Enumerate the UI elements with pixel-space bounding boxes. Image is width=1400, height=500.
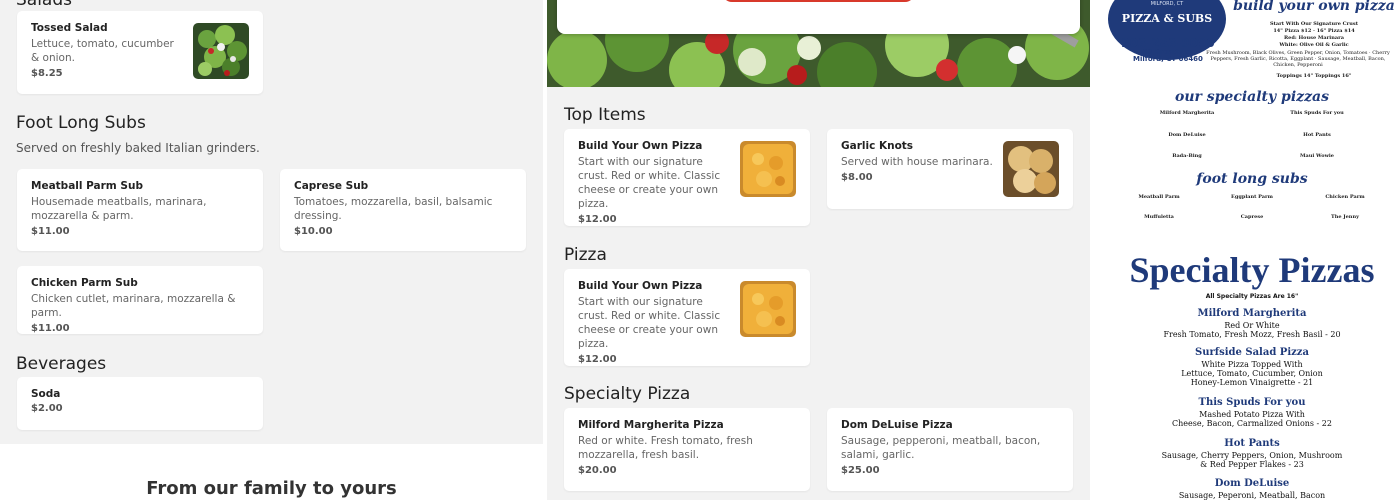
big-item-name-5: Dom DeLuise [1214,478,1290,489]
menu-page-left: Salads Tossed Salad Lettuce, tomato, cuc… [0,0,543,500]
specialty-pizzas-title: Specialty Pizzas [1129,250,1375,290]
item-description: Red or white. Fresh tomato, fresh mozzar… [578,435,753,461]
item-description: Start with our signature crust. Red or w… [578,156,721,210]
item-description: Chicken cutlet, marinara, mozzarella & p… [31,293,236,319]
item-name: Caprese Sub [294,180,369,192]
salad-banner-image [547,0,1090,87]
sub-name-3: Chicken Parm [1325,194,1365,200]
big-item-line: Fresh Tomato, Fresh Mozz, Fresh Basil - … [1163,330,1341,339]
big-item-line: White Pizza Topped With [1201,360,1303,369]
menu-card-build-your-own-pizza[interactable]: Build Your Own Pizza Start with our sign… [564,129,810,226]
logo-town: MILFORD, CT [1150,1,1184,7]
item-price: $25.00 [841,465,880,476]
toppings-list: Fresh Mushroom, Black Olives, Green Pepp… [1206,50,1390,68]
section-heading-salads: Salads [16,0,72,10]
big-item-line: Cheese, Bacon, Carmalized Onions - 22 [1172,419,1332,428]
garlic-knots-photo [1003,141,1059,197]
modal-dialog-edge [557,0,1080,34]
sub-name-2: Eggplant Parm [1231,194,1273,200]
sub-name-6: The Jenny [1330,214,1359,220]
specialty-name-5: Bada-Bing [1172,153,1202,159]
specialty-name-1: Milford Margherita [1159,110,1215,116]
printed-menu-page-1[interactable]: PIZZA & SUBS MILFORD, CT 203-283-9090 63… [1104,0,1400,246]
menu-card-garlic-knots[interactable]: Garlic Knots Served with house marinara.… [827,129,1073,209]
item-description: Lettuce, tomato, cucumber & onion. [31,38,174,64]
sub-name-1: Meatball Parm [1138,194,1180,200]
salad-photo [193,23,249,79]
sub-name-4: Muffuletta [1144,214,1174,220]
big-item-line: & Red Pepper Flakes - 23 [1200,460,1304,469]
item-name: Chicken Parm Sub [31,277,138,289]
big-item-name-4: Hot Pants [1224,438,1280,449]
big-item-name-3: This Spuds For you [1198,397,1306,408]
big-item-line: Sausage, Peperoni, Meatball, Bacon [1178,491,1326,500]
item-description: Sausage, pepperoni, meatball, bacon, sal… [841,435,1041,461]
section-heading-subs: Foot Long Subs [16,113,146,133]
big-item-line: Lettuce, Tomato, Cucumber, Onion [1181,369,1323,378]
big-item-line: Honey-Lemon Vinaigrette - 21 [1190,378,1314,387]
specialty-script-title: our specialty pizzas [1174,89,1329,105]
item-price: $11.00 [31,226,70,237]
item-price: $11.00 [31,323,70,334]
menu-card-soda[interactable]: Soda $2.00 [17,377,263,430]
byo-line-2: 14" Pizza $12 · 16" Pizza $14 [1273,28,1355,34]
primary-action-button[interactable] [722,0,915,2]
item-price: $12.00 [578,354,617,365]
big-item-line: Sausage, Cherry Peppers, Onion, Mushroom [1161,451,1343,460]
pizza-photo [740,141,796,197]
section-subtitle-subs: Served on freshly baked Italian grinders… [16,141,260,155]
item-price: $12.00 [578,214,617,225]
item-price: $20.00 [578,465,617,476]
item-description: Tomatoes, mozzarella, basil, balsamic dr… [294,196,493,222]
byo-line-3: Red: House Marinara [1284,35,1344,41]
item-name: Soda [31,388,61,400]
app-root: Salads Tossed Salad Lettuce, tomato, cuc… [0,0,1400,500]
byo-line-4: White: Olive Oil & Garlic [1279,42,1349,48]
menu-card-build-your-own-pizza[interactable]: Build Your Own Pizza Start with our sign… [564,269,810,366]
section-heading-specialty-pizza: Specialty Pizza [564,384,691,404]
specialty-pizzas-subtitle: All Specialty Pizzas Are 16" [1205,293,1299,300]
item-name: Dom DeLuise Pizza [841,419,953,431]
specialty-name-4: Hot Pants [1303,132,1331,138]
section-heading-pizza: Pizza [564,245,607,265]
big-item-name-2: Surfside Salad Pizza [1195,347,1309,358]
subs-script-title: foot long subs [1196,171,1308,187]
menu-card-dom-deluise-pizza[interactable]: Dom DeLuise Pizza Sausage, pepperoni, me… [827,408,1073,491]
toppings-prices: Toppings 14" Toppings 16" [1276,73,1352,79]
specialty-name-3: Dom DeLuise [1168,132,1206,138]
big-item-name-1: Milford Margherita [1197,308,1307,319]
byo-title: build your own pizza [1233,0,1395,14]
big-item-line: Mashed Potato Pizza With [1199,410,1305,419]
footer-tagline: From our family to yours [146,478,397,499]
menu-card-milford-margherita-pizza[interactable]: Milford Margherita Pizza Red or white. F… [564,408,810,491]
specialty-name-6: Maui Wowie [1300,153,1334,159]
menu-page-middle: Top Items Build Your Own Pizza Start wit… [547,0,1090,500]
big-item-line: Red Or White [1224,321,1280,330]
menu-card-caprese-sub[interactable]: Caprese Sub Tomatoes, mozzarella, basil,… [280,169,526,251]
section-heading-top-items: Top Items [564,105,646,125]
sub-name-5: Caprese [1240,214,1264,220]
item-price: $2.00 [31,403,63,414]
item-name: Milford Margherita Pizza [578,419,724,431]
item-name: Meatball Parm Sub [31,180,143,192]
item-description: Housemade meatballs, marinara, mozzarell… [31,196,207,222]
item-price: $10.00 [294,226,333,237]
menu-card-chicken-parm-sub[interactable]: Chicken Parm Sub Chicken cutlet, marinar… [17,266,263,334]
section-heading-beverages: Beverages [16,354,107,374]
printed-menu-page-2[interactable]: Specialty Pizzas All Specialty Pizzas Ar… [1104,249,1400,500]
specialty-name-2: This Spuds For you [1290,110,1344,116]
logo-text: PIZZA & SUBS [1121,12,1213,25]
byo-line-1: Start With Our Signature Crust [1269,21,1359,27]
pizza-photo [740,281,796,337]
item-description: Start with our signature crust. Red or w… [578,296,721,350]
menu-card-meatball-parm-sub[interactable]: Meatball Parm Sub Housemade meatballs, m… [17,169,263,251]
menu-card-tossed-salad[interactable]: Tossed Salad Lettuce, tomato, cucumber &… [17,11,263,94]
printed-menu-images: PIZZA & SUBS MILFORD, CT 203-283-9090 63… [1104,0,1400,500]
